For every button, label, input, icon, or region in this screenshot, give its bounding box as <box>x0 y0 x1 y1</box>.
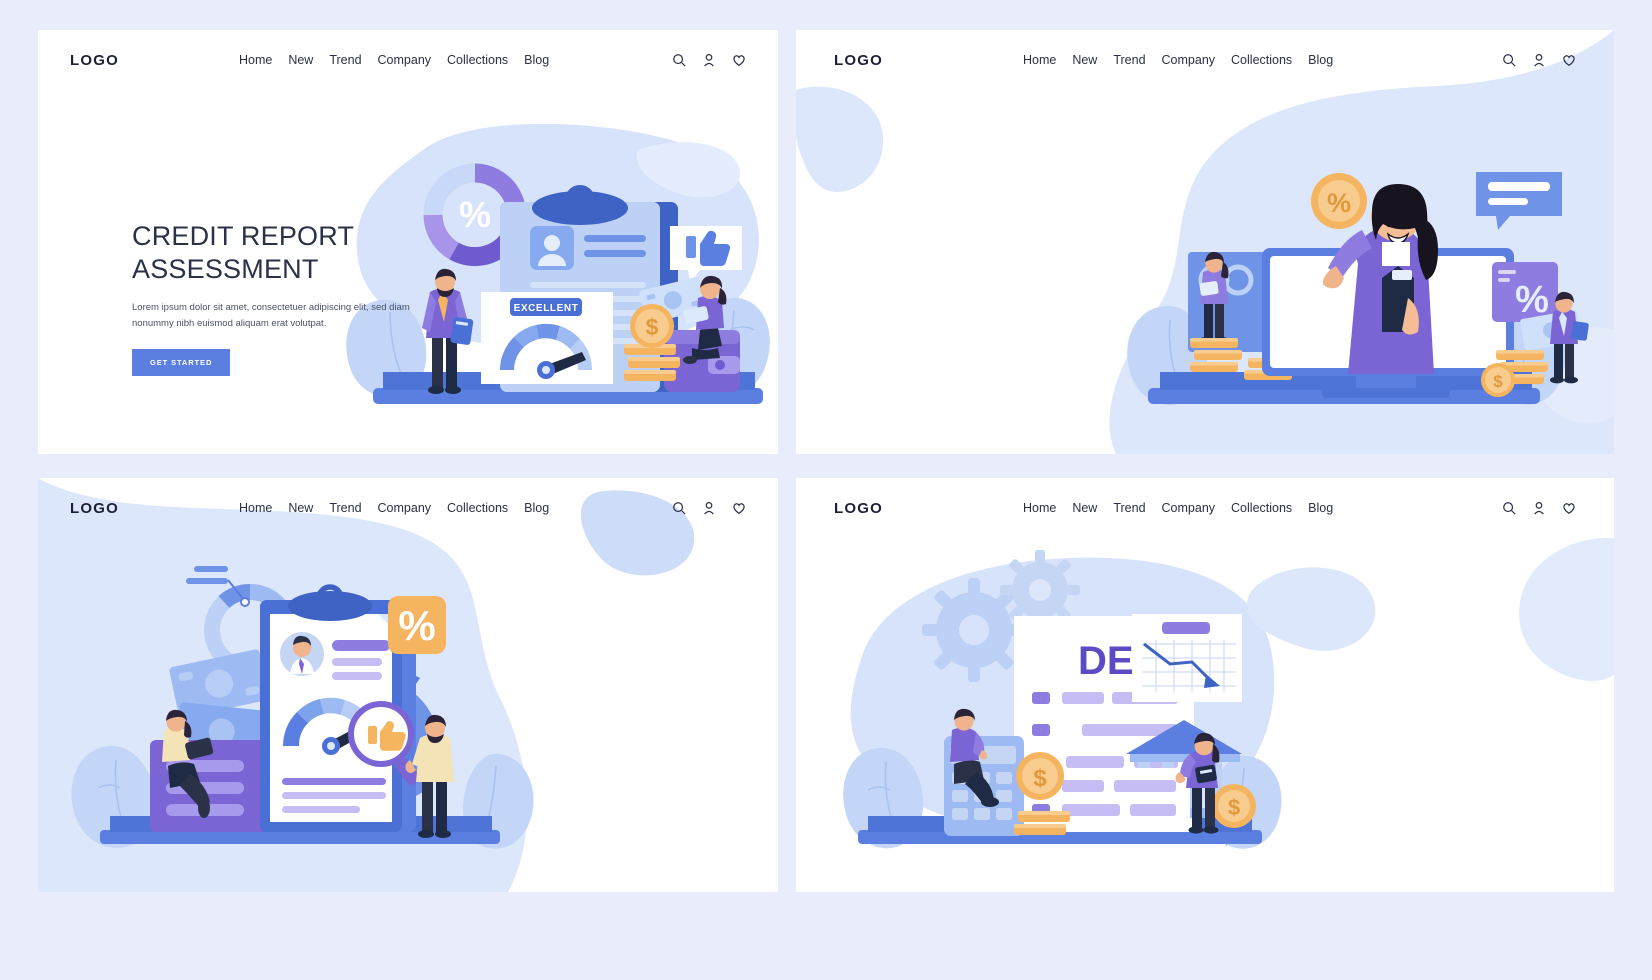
user-icon[interactable] <box>702 53 716 67</box>
landing-page-set: % EXCELLENT $ LOGO Home New Trend Compan… <box>0 0 1652 980</box>
panel-credit-rating-check: % LOGO Home New Trend Company Collection… <box>38 478 778 892</box>
nav-icons <box>1502 53 1576 67</box>
nav-icons <box>672 53 746 67</box>
navbar-panel-1: LOGO Home New Trend Company Collections … <box>38 30 778 90</box>
nav-link-new[interactable]: New <box>288 53 313 67</box>
logo[interactable]: LOGO <box>70 52 119 69</box>
page-title: CREDIT REPORT ASSESSMENT <box>132 221 355 284</box>
hero-description: Lorem ipsum dolor sit amet, consectetuer… <box>132 301 410 330</box>
search-icon[interactable] <box>1502 53 1516 67</box>
illustration-credit-rating: % <box>38 478 778 892</box>
nav-link-new[interactable]: New <box>288 501 313 515</box>
search-icon[interactable] <box>672 501 686 515</box>
svg-text:%: % <box>398 602 435 649</box>
user-icon[interactable] <box>1532 53 1546 67</box>
logo[interactable]: LOGO <box>834 500 883 517</box>
search-icon[interactable] <box>1502 501 1516 515</box>
logo[interactable]: LOGO <box>834 52 883 69</box>
nav-links: Home New Trend Company Collections Blog <box>1023 501 1333 515</box>
svg-text:EXCELLENT: EXCELLENT <box>514 303 579 314</box>
nav-link-trend[interactable]: Trend <box>329 501 361 515</box>
svg-text:$: $ <box>1493 372 1503 391</box>
nav-link-new[interactable]: New <box>1072 53 1097 67</box>
heart-icon[interactable] <box>732 501 746 515</box>
navbar-panel-3: LOGO Home New Trend Company Collections … <box>38 478 778 538</box>
heart-icon[interactable] <box>1562 501 1576 515</box>
svg-text:%: % <box>459 194 491 235</box>
illustration-consultation: % % $ <box>796 30 1614 454</box>
nav-link-blog[interactable]: Blog <box>1308 53 1333 67</box>
nav-link-company[interactable]: Company <box>1162 53 1216 67</box>
nav-icons <box>672 501 746 515</box>
nav-link-trend[interactable]: Trend <box>329 53 361 67</box>
nav-link-collections[interactable]: Collections <box>1231 501 1292 515</box>
svg-text:$: $ <box>1228 795 1240 820</box>
svg-text:%: % <box>1327 188 1351 218</box>
nav-links: Home New Trend Company Collections Blog <box>239 53 549 67</box>
nav-links: Home New Trend Company Collections Blog <box>1023 53 1333 67</box>
nav-link-collections[interactable]: Collections <box>1231 53 1292 67</box>
nav-link-blog[interactable]: Blog <box>1308 501 1333 515</box>
illustration-debt-management: DEBT <box>796 478 1614 892</box>
navbar-panel-4: LOGO Home New Trend Company Collections … <box>796 478 1614 538</box>
nav-link-company[interactable]: Company <box>378 53 432 67</box>
panel-consultation-with-credit-expert: % % $ LOGO Home New Trend Company Collec… <box>796 30 1614 454</box>
nav-link-collections[interactable]: Collections <box>447 501 508 515</box>
nav-link-trend[interactable]: Trend <box>1113 501 1145 515</box>
nav-link-new[interactable]: New <box>1072 501 1097 515</box>
nav-link-company[interactable]: Company <box>1162 501 1216 515</box>
nav-link-blog[interactable]: Blog <box>524 501 549 515</box>
nav-link-home[interactable]: Home <box>1023 501 1056 515</box>
nav-link-home[interactable]: Home <box>239 501 272 515</box>
nav-icons <box>1502 501 1576 515</box>
logo[interactable]: LOGO <box>70 500 119 517</box>
navbar-panel-2: LOGO Home New Trend Company Collections … <box>796 30 1614 90</box>
nav-link-trend[interactable]: Trend <box>1113 53 1145 67</box>
svg-text:$: $ <box>1033 765 1047 792</box>
heart-icon[interactable] <box>1562 53 1576 67</box>
nav-link-collections[interactable]: Collections <box>447 53 508 67</box>
panel-credit-report-assessment: % EXCELLENT $ LOGO Home New Trend Compan… <box>38 30 778 454</box>
nav-link-blog[interactable]: Blog <box>524 53 549 67</box>
heart-icon[interactable] <box>732 53 746 67</box>
nav-link-home[interactable]: Home <box>1023 53 1056 67</box>
svg-text:$: $ <box>646 314 659 340</box>
panel-debt-and-credit-management: DEBT <box>796 478 1614 892</box>
get-started-button[interactable]: GET STARTED <box>132 348 231 376</box>
nav-links: Home New Trend Company Collections Blog <box>239 501 549 515</box>
user-icon[interactable] <box>702 501 716 515</box>
search-icon[interactable] <box>672 53 686 67</box>
user-icon[interactable] <box>1532 501 1546 515</box>
nav-link-company[interactable]: Company <box>378 501 432 515</box>
hero-panel-1: CREDIT REPORT ASSESSMENT Lorem ipsum dol… <box>132 220 432 376</box>
svg-text:%: % <box>1515 279 1549 321</box>
nav-link-home[interactable]: Home <box>239 53 272 67</box>
